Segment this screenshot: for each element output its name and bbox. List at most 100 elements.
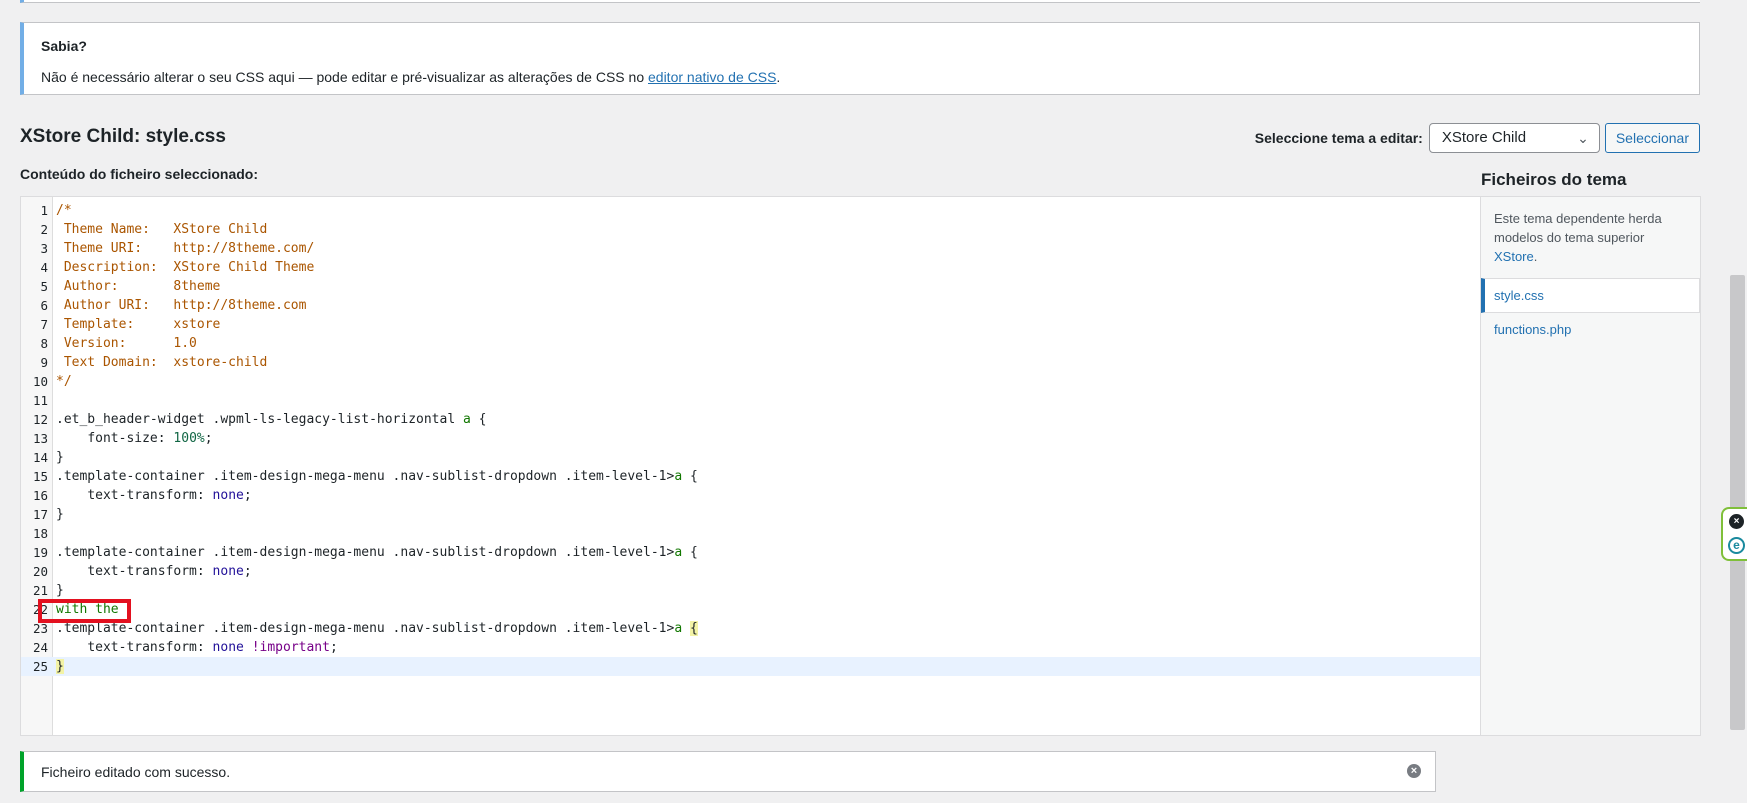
code-line[interactable]: 14} <box>21 448 1480 467</box>
line-number: 2 <box>40 222 48 237</box>
scrollbar-thumb[interactable] <box>1730 275 1745 730</box>
line-text: } <box>56 659 64 674</box>
code-line[interactable]: 7 Template: xstore <box>21 315 1480 334</box>
line-number: 4 <box>40 260 48 275</box>
line-number: 20 <box>32 564 48 579</box>
line-number: 13 <box>32 431 48 446</box>
line-number: 1 <box>40 203 48 218</box>
success-message: Ficheiro editado com sucesso. <box>41 764 231 780</box>
success-notice: Ficheiro editado com sucesso. × <box>20 751 1436 792</box>
info-notice: Sabia? Não é necessário alterar o seu CS… <box>20 22 1700 95</box>
code-line[interactable]: 19 .template-container .item-design-mega-… <box>21 543 1480 562</box>
line-text: } <box>56 583 64 598</box>
code-line[interactable]: 18 <box>21 524 1480 543</box>
line-text: .template-container .item-design-mega-me… <box>56 469 698 484</box>
line-text: text-transform: none; <box>87 488 252 503</box>
line-number: 9 <box>40 355 48 370</box>
line-number: 14 <box>32 450 48 465</box>
code-line[interactable]: 13 font-size: 100%; <box>21 429 1480 448</box>
code-line[interactable]: 22 with the <box>21 600 1480 619</box>
highlight-box <box>38 599 131 623</box>
e-logo-icon[interactable]: e <box>1728 537 1745 554</box>
code-line[interactable]: 20 text-transform: none; <box>21 562 1480 581</box>
code-line[interactable]: 2 Theme Name: XStore Child <box>21 220 1480 239</box>
line-text: text-transform: none !important; <box>87 640 338 655</box>
close-icon[interactable]: × <box>1729 514 1744 529</box>
parent-theme-link[interactable]: XStore <box>1494 249 1534 264</box>
code-line[interactable]: 23 .template-container .item-design-mega-… <box>21 619 1480 638</box>
line-text: } <box>56 507 64 522</box>
line-text: Version: 1.0 <box>56 336 197 351</box>
theme-files-panel: Este tema dependente herda modelos do te… <box>1481 196 1701 736</box>
line-number: 11 <box>32 393 48 408</box>
theme-files-description: Este tema dependente herda modelos do te… <box>1494 209 1687 266</box>
css-editor-link[interactable]: editor nativo de CSS <box>648 69 776 85</box>
desc-text: Este tema dependente herda modelos do te… <box>1494 211 1662 245</box>
side-widget: × e <box>1721 507 1747 561</box>
notice-title: Sabia? <box>41 38 87 54</box>
code-line[interactable]: 24 text-transform: none !important; <box>21 638 1480 657</box>
line-number: 17 <box>32 507 48 522</box>
line-text: Template: xstore <box>56 317 221 332</box>
line-text: Author: 8theme <box>56 279 221 294</box>
chevron-down-icon: ⌄ <box>1577 130 1589 146</box>
line-text: Text Domain: xstore-child <box>56 355 268 370</box>
line-number: 15 <box>32 469 48 484</box>
theme-select-area: Seleccione tema a editar: XStore Child ⌄… <box>1255 123 1700 153</box>
code-line[interactable]: 4 Description: XStore Child Theme <box>21 258 1480 277</box>
file-item-functions-php[interactable]: functions.php <box>1481 313 1700 346</box>
line-text: Author URI: http://8theme.com <box>56 298 307 313</box>
line-number: 21 <box>32 583 48 598</box>
theme-select-value: XStore Child <box>1441 129 1527 146</box>
code-line[interactable]: 6 Author URI: http://8theme.com <box>21 296 1480 315</box>
line-number: 12 <box>32 412 48 427</box>
line-number: 18 <box>32 526 48 541</box>
line-text: */ <box>56 374 72 389</box>
line-text: /* <box>56 203 72 218</box>
line-number: 8 <box>40 336 48 351</box>
code-line[interactable]: 3 Theme URI: http://8theme.com/ <box>21 239 1480 258</box>
line-text: .template-container .item-design-mega-me… <box>56 621 698 636</box>
line-text: font-size: 100%; <box>87 431 213 446</box>
line-text: .template-container .item-design-mega-me… <box>56 545 698 560</box>
theme-select-label: Seleccione tema a editar: <box>1254 130 1423 146</box>
line-text: Theme Name: XStore Child <box>56 222 268 237</box>
desc-text-end: . <box>1533 249 1538 264</box>
theme-files-title: Ficheiros do tema <box>1481 170 1627 189</box>
line-text: text-transform: none; <box>87 564 252 579</box>
line-number: 19 <box>32 545 48 560</box>
theme-select[interactable]: XStore Child ⌄ <box>1428 123 1600 153</box>
select-theme-button[interactable]: Seleccionar <box>1604 123 1700 153</box>
line-number: 10 <box>32 374 48 389</box>
page-title: XStore Child: style.css <box>20 126 226 147</box>
code-line[interactable]: 17} <box>21 505 1480 524</box>
code-line[interactable]: 25} <box>21 657 1480 676</box>
notice-message: Não é necessário alterar o seu CSS aqui … <box>41 69 780 85</box>
code-editor[interactable]: 1/* 2 Theme Name: XStore Child 3 Theme URI… <box>20 196 1481 736</box>
line-number: 25 <box>32 659 48 674</box>
code-line[interactable]: 8 Version: 1.0 <box>21 334 1480 353</box>
code-line[interactable]: 5 Author: 8theme <box>21 277 1480 296</box>
code-line[interactable]: 12 .et_b_header-widget .wpml-ls-legacy-li… <box>21 410 1480 429</box>
code-line[interactable]: 16 text-transform: none; <box>21 486 1480 505</box>
dismiss-icon[interactable]: × <box>1407 764 1421 778</box>
line-number: 6 <box>40 298 48 313</box>
code-line[interactable]: 15 .template-container .item-design-mega-… <box>21 467 1480 486</box>
code-line[interactable]: 1 /* <box>21 201 1480 220</box>
code-line[interactable]: 9 Text Domain: xstore-child <box>21 353 1480 372</box>
content-label: Conteúdo do ficheiro seleccionado: <box>20 166 259 182</box>
page-scrollbar[interactable] <box>1726 0 1747 803</box>
code-lines[interactable]: 1/* 2 Theme Name: XStore Child 3 Theme URI… <box>21 201 1480 676</box>
code-line[interactable]: 11 <box>21 391 1480 410</box>
code-line[interactable]: 10 */ <box>21 372 1480 391</box>
notice-text-end: . <box>776 69 781 85</box>
line-text: Theme URI: http://8theme.com/ <box>56 241 315 256</box>
line-number: 5 <box>40 279 48 294</box>
line-number: 7 <box>40 317 48 332</box>
line-number: 16 <box>32 488 48 503</box>
top-notice-strip <box>20 0 1700 3</box>
notice-text: Não é necessário alterar o seu CSS aqui … <box>41 69 648 85</box>
file-item-style-css[interactable]: style.css <box>1481 278 1700 313</box>
line-text: } <box>56 450 64 465</box>
code-line[interactable]: 21} <box>21 581 1480 600</box>
